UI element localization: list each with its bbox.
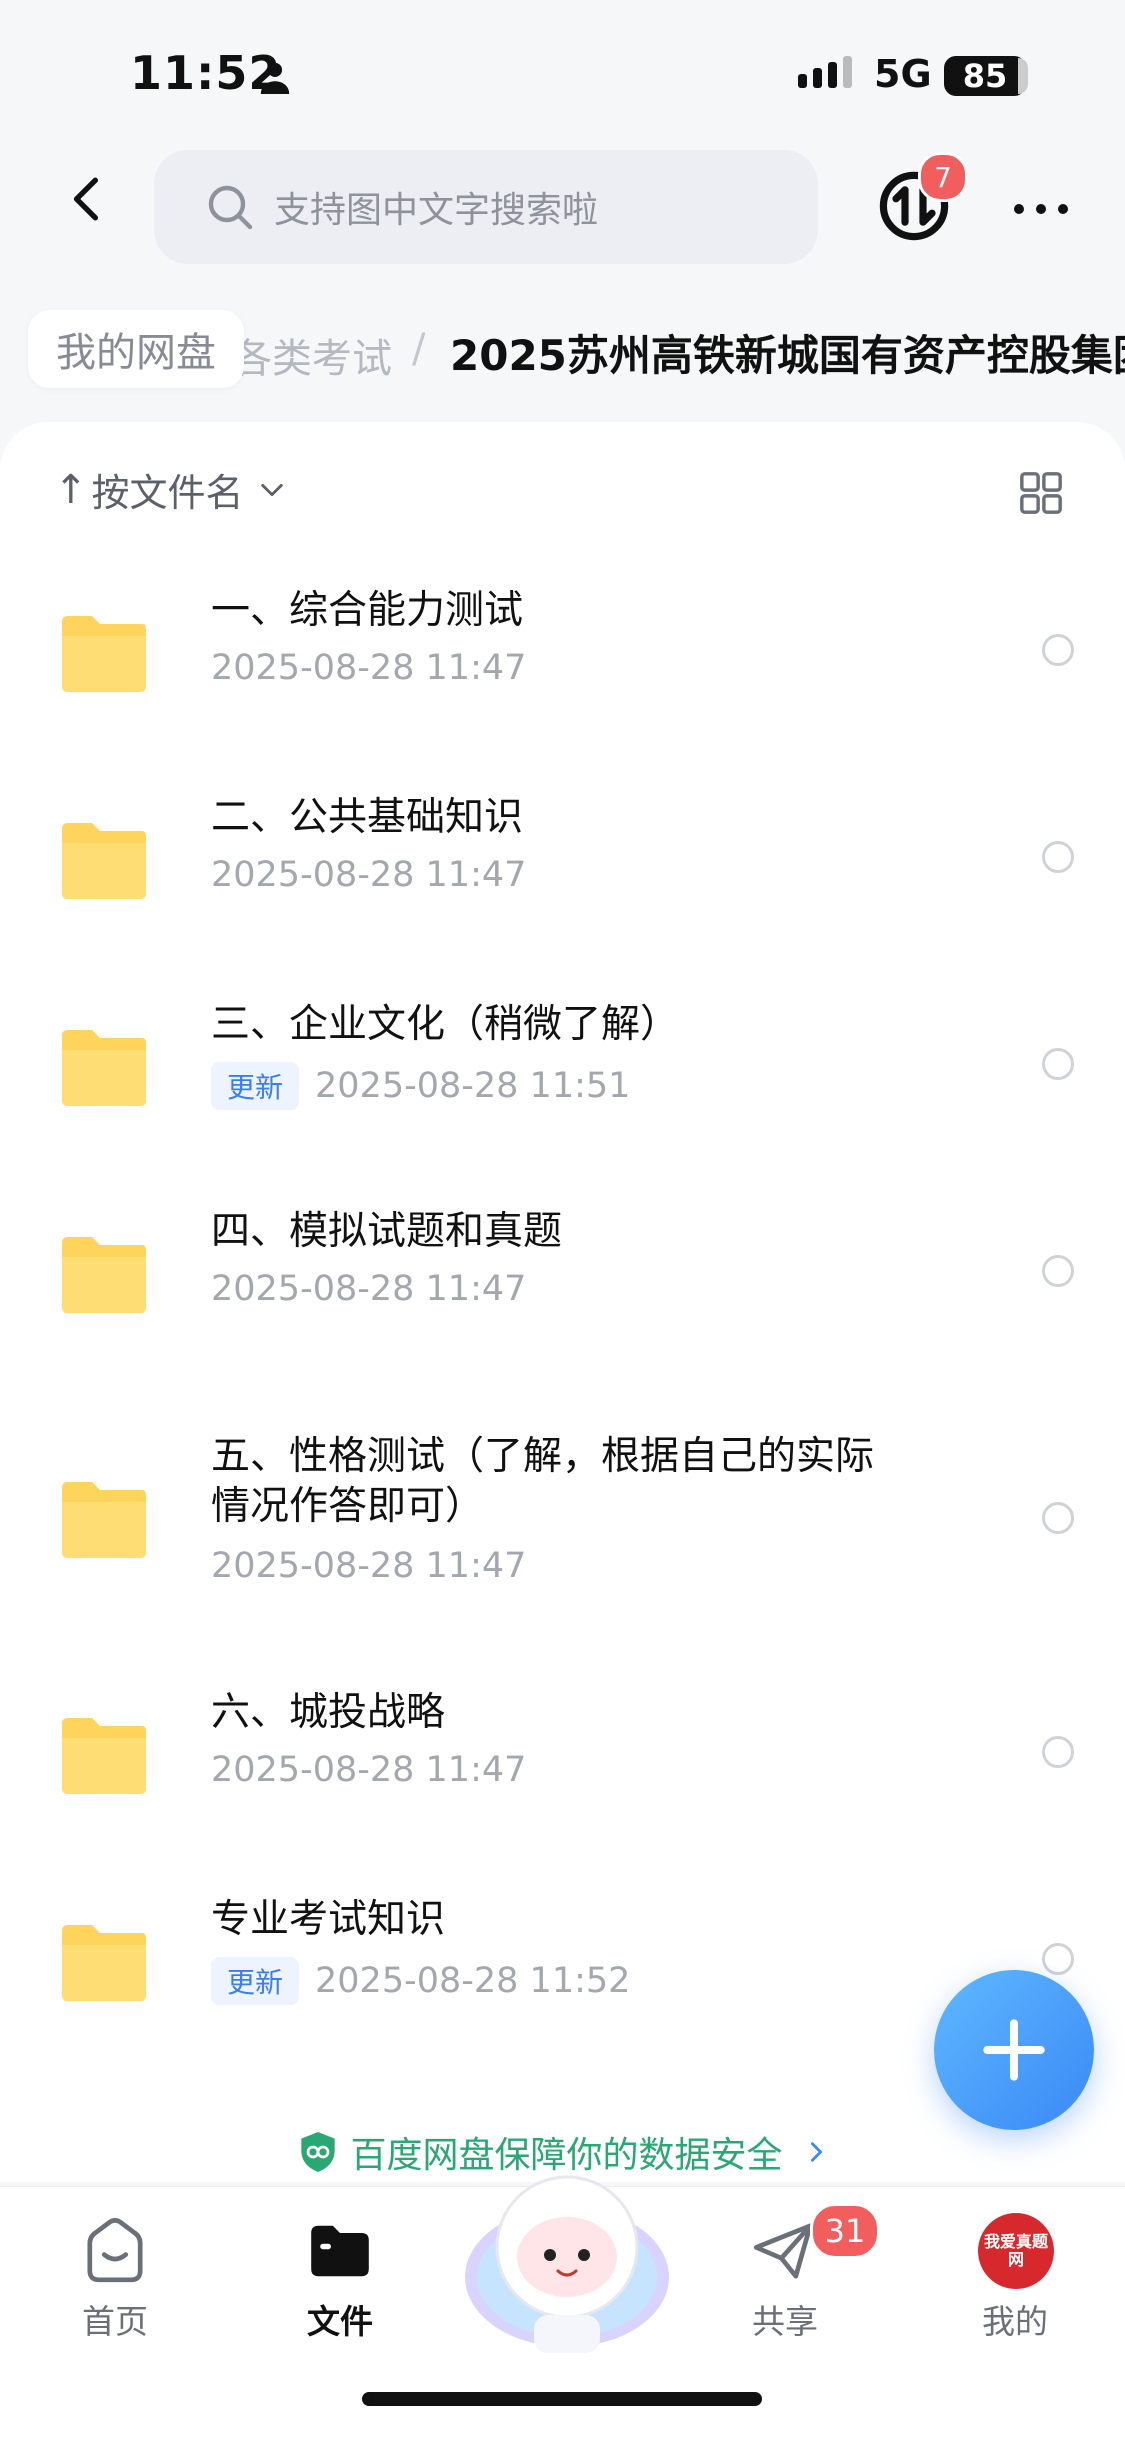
home-indicator xyxy=(362,2392,762,2406)
file-name: 三、企业文化（稍微了解） xyxy=(211,1002,680,1047)
back-icon[interactable] xyxy=(62,174,112,224)
breadcrumb-home[interactable]: 我的网盘 xyxy=(28,310,244,388)
file-name: 专业考试知识 xyxy=(211,1897,446,1942)
radio-icon[interactable] xyxy=(1042,1048,1074,1080)
search-icon xyxy=(208,185,253,230)
file-name: 一、综合能力测试 xyxy=(211,588,524,633)
file-date: 2025-08-28 11:47 xyxy=(211,855,527,895)
file-date-row: 2025-08-28 11:47 xyxy=(211,1546,526,1586)
list-item[interactable]: 一、综合能力测试 2025-08-28 11:47 xyxy=(0,582,1125,782)
radio-icon[interactable] xyxy=(1042,634,1074,666)
list-item[interactable]: 四、模拟试题和真题 2025-08-28 11:47 xyxy=(0,1203,1125,1403)
folder-icon xyxy=(62,1237,146,1313)
status-bar: 11:52 5G 85 xyxy=(0,0,1125,150)
signal-icon xyxy=(798,56,852,88)
chevron-down-icon xyxy=(260,483,283,496)
network-label: 5G xyxy=(874,52,932,96)
battery-indicator: 85 xyxy=(944,56,1026,96)
list-item[interactable]: 二、公共基础知识 2025-08-28 11:47 xyxy=(0,789,1125,989)
more-icon[interactable] xyxy=(1014,204,1068,214)
file-date-row: 2025-08-28 11:47 xyxy=(211,1750,526,1790)
file-date: 2025-08-28 11:47 xyxy=(211,1269,527,1309)
folder-icon xyxy=(62,823,146,899)
folder-icon xyxy=(62,1030,146,1106)
breadcrumb-current: 2025苏州高铁新城国有资产控股集团 xyxy=(450,331,1125,380)
folder-icon xyxy=(62,616,146,692)
radio-icon[interactable] xyxy=(1042,1502,1074,1534)
files-tab-icon xyxy=(311,2225,369,2277)
list-item[interactable]: 三、企业文化（稍微了解） 更新 2025-08-28 11:51 xyxy=(0,996,1125,1196)
sort-label: 按文件名 xyxy=(91,471,244,515)
file-date: 2025-08-28 11:47 xyxy=(211,648,527,688)
file-date-row: 2025-08-28 11:47 xyxy=(211,648,526,688)
search-placeholder: 支持图中文字搜索啦 xyxy=(274,190,599,231)
list-item[interactable]: 五、性格测试（了解，根据自己的实际 情况作答即可） 2025-08-28 11:… xyxy=(0,1432,1125,1662)
file-date: 2025-08-28 11:47 xyxy=(211,1546,527,1586)
radio-icon[interactable] xyxy=(1042,1255,1074,1287)
radio-icon[interactable] xyxy=(1042,1943,1074,1975)
radio-icon[interactable] xyxy=(1042,1736,1074,1768)
tab-files[interactable]: 文件 xyxy=(275,2215,405,2343)
transfer-badge: 7 xyxy=(918,152,968,202)
tab-home[interactable]: 首页 xyxy=(50,2215,180,2343)
top-nav: 支持图中文字搜索啦 7 xyxy=(0,150,1125,270)
person-icon xyxy=(260,62,290,94)
tab-share-label: 共享 xyxy=(752,2302,818,2341)
share-badge: 31 xyxy=(810,2203,880,2259)
sort-button[interactable]: ↑ 按文件名 xyxy=(54,462,286,517)
update-badge: 更新 xyxy=(211,1062,300,1110)
battery-tip xyxy=(1018,58,1028,94)
list-item[interactable]: 六、城投战略 2025-08-28 11:47 xyxy=(0,1684,1125,1884)
search-input[interactable]: 支持图中文字搜索啦 xyxy=(154,150,818,264)
folder-icon xyxy=(62,1482,146,1558)
add-button[interactable] xyxy=(934,1970,1094,2130)
breadcrumb-parent[interactable]: 各类考试 xyxy=(232,326,392,384)
shield-icon xyxy=(301,2132,336,2172)
breadcrumb-separator: / xyxy=(412,326,426,372)
assistant-mascot-icon[interactable] xyxy=(462,2157,672,2357)
sort-arrow-icon: ↑ xyxy=(54,466,88,513)
grid-view-icon[interactable] xyxy=(1018,470,1064,516)
folder-icon xyxy=(62,1925,146,2001)
file-name: 四、模拟试题和真题 xyxy=(211,1209,563,1254)
file-date: 2025-08-28 11:51 xyxy=(315,1066,631,1106)
update-badge: 更新 xyxy=(211,1957,300,2005)
file-date-row: 更新 2025-08-28 11:52 xyxy=(211,1957,630,2005)
home-tab-icon xyxy=(87,2218,143,2283)
file-date-row: 2025-08-28 11:47 xyxy=(211,855,526,895)
chevron-right-icon xyxy=(810,2142,822,2162)
file-list-card: ↑ 按文件名 一、综合能力测试 2025-08-28 11:47 二、公共基础知… xyxy=(0,422,1125,2182)
file-name: 二、公共基础知识 xyxy=(211,795,524,840)
file-name: 六、城投战略 xyxy=(211,1690,446,1735)
tab-me-label: 我的 xyxy=(982,2302,1048,2341)
file-date: 2025-08-28 11:47 xyxy=(211,1750,527,1790)
file-name-line1: 五、性格测试（了解，根据自己的实际 xyxy=(211,1434,875,1479)
plus-icon xyxy=(983,2019,1045,2081)
folder-icon xyxy=(62,1718,146,1794)
file-date-row: 更新 2025-08-28 11:51 xyxy=(211,1062,630,1110)
tab-home-label: 首页 xyxy=(82,2302,148,2341)
avatar[interactable]: 我爱真题网 xyxy=(978,2213,1054,2289)
radio-icon[interactable] xyxy=(1042,841,1074,873)
tab-files-label: 文件 xyxy=(307,2302,373,2341)
breadcrumb: 我的网盘 各类考试 / 2025苏州高铁新城国有资产控股集团 xyxy=(0,300,1125,400)
file-date: 2025-08-28 11:52 xyxy=(315,1961,631,2001)
file-date-row: 2025-08-28 11:47 xyxy=(211,1269,526,1309)
file-name-line2: 情况作答即可） xyxy=(211,1484,485,1529)
